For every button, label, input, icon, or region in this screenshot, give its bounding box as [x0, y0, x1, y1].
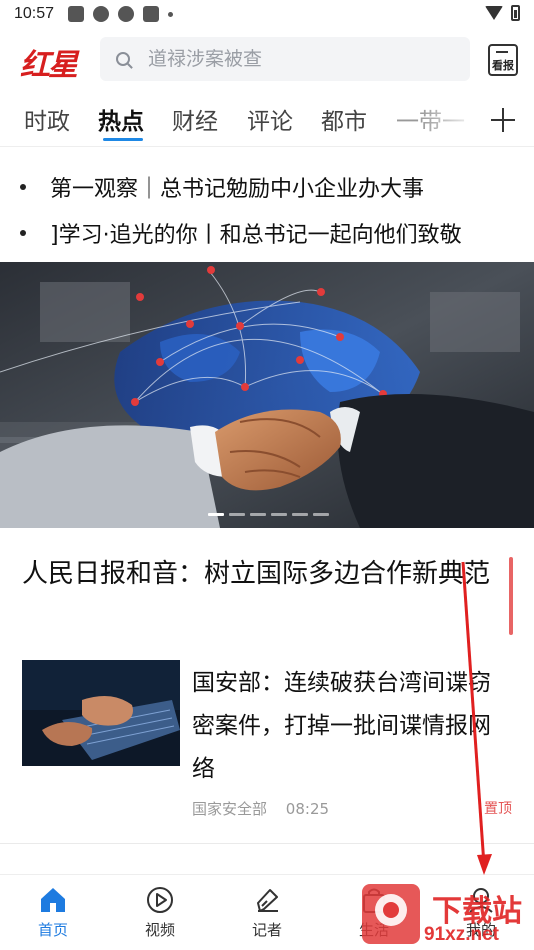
- carousel-indicator: [208, 513, 329, 516]
- carousel-dot: [250, 513, 266, 516]
- headline-accent-bar: [509, 557, 513, 635]
- news-item[interactable]: 国安部：连续破获台湾间谍窃密案件，打掉一批间谍情报网络 国家安全部 08:25 …: [22, 660, 522, 820]
- active-tab-indicator: [103, 138, 143, 141]
- nav-reporter[interactable]: 记者: [227, 875, 307, 950]
- add-channel-icon[interactable]: [491, 108, 515, 132]
- more-notifications-icon: [168, 11, 174, 17]
- carousel-dot: [292, 513, 308, 516]
- search-input[interactable]: [148, 48, 448, 70]
- nav-video-label: 视频: [144, 921, 175, 939]
- news-title: 国安部：连续破获台湾间谍窃密案件，打掉一批间谍情报网络: [192, 670, 491, 782]
- notification-icon: [68, 6, 85, 22]
- search-bar[interactable]: [100, 37, 470, 81]
- ticker-item[interactable]: ]学习·追光的你丨和总书记一起向他们致敬: [0, 210, 534, 256]
- carousel-dot: [313, 513, 329, 516]
- bullet-icon: [20, 184, 26, 190]
- news-thumbnail: [22, 660, 180, 766]
- banner-image: [0, 262, 534, 528]
- headline-ticker: 第一观察｜总书记勉励中小企业办大事 ]学习·追光的你丨和总书记一起向他们致敬: [0, 164, 534, 256]
- nav-home-label: 首页: [37, 921, 68, 939]
- app-notification-icon: [93, 6, 110, 22]
- top-headline[interactable]: 人民日报和音：树立国际多边合作新典范: [22, 552, 502, 596]
- tab-city[interactable]: 都市: [321, 102, 367, 136]
- news-divider: [0, 843, 534, 844]
- read-paper-button[interactable]: 看报: [488, 44, 518, 76]
- battery-icon: [511, 5, 520, 21]
- tab-hot[interactable]: 热点: [98, 102, 144, 136]
- nav-reporter-label: 记者: [251, 921, 282, 939]
- pinned-badge: 置顶: [484, 801, 512, 817]
- wifi-icon: [485, 6, 503, 20]
- tab-commentary[interactable]: 评论: [247, 102, 293, 136]
- app-notification-icon-3: [143, 6, 160, 22]
- ticker-text: 第一观察｜总书记勉励中小企业办大事: [50, 177, 425, 202]
- site-watermark: 下载站 91xz.net: [360, 870, 534, 950]
- tabs-fade-overlay: [420, 92, 480, 144]
- read-paper-label: 看报: [492, 59, 514, 72]
- carousel-dot-active: [208, 513, 224, 516]
- status-bar: 10:57: [0, 0, 534, 28]
- channel-tabs: 时政 热点 财经 评论 都市 一带一: [0, 92, 534, 144]
- carousel-dot: [229, 513, 245, 516]
- carousel-dot: [271, 513, 287, 516]
- search-icon: [116, 52, 130, 66]
- pen-icon: [257, 889, 278, 912]
- news-time: 08:25: [285, 800, 330, 818]
- news-meta: 国家安全部 08:25: [192, 798, 329, 819]
- ticker-item[interactable]: 第一观察｜总书记勉励中小企业办大事: [0, 164, 534, 210]
- tab-politics[interactable]: 时政: [24, 102, 70, 136]
- bullet-icon: [20, 230, 26, 236]
- ticker-text: ]学习·追光的你丨和总书记一起向他们致敬: [50, 223, 462, 248]
- app-header: 红星 看报: [0, 34, 534, 86]
- home-icon: [41, 888, 65, 912]
- play-icon: [147, 887, 173, 913]
- app-logo: 红星: [20, 48, 78, 83]
- watermark-url: 91xz.net: [424, 924, 499, 945]
- tabs-divider: [0, 146, 534, 147]
- featured-banner[interactable]: [0, 262, 534, 528]
- nav-home[interactable]: 首页: [13, 875, 93, 950]
- tab-finance[interactable]: 财经: [172, 102, 218, 136]
- status-time: 10:57: [14, 5, 55, 22]
- news-source: 国家安全部: [192, 800, 268, 818]
- app-notification-icon-2: [118, 6, 135, 22]
- nav-video[interactable]: 视频: [120, 875, 200, 950]
